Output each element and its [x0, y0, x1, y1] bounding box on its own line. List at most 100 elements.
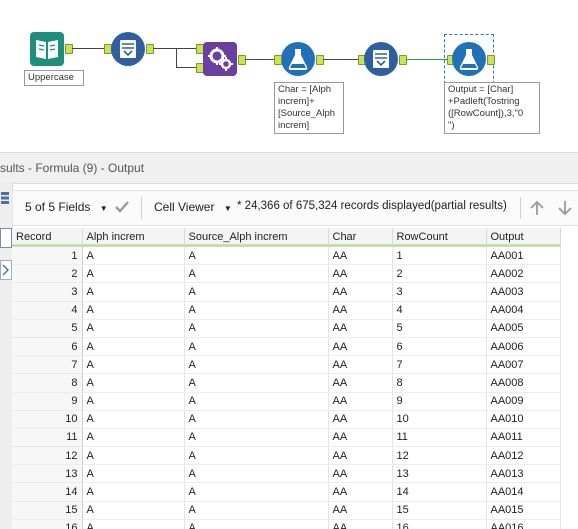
table-cell[interactable]: A: [82, 301, 185, 320]
record-number-cell[interactable]: 3: [12, 282, 83, 302]
table-cell[interactable]: A: [184, 464, 329, 484]
table-cell[interactable]: 2: [392, 264, 487, 284]
table-row[interactable]: 1 A A AA 1 AA001: [12, 246, 561, 266]
table-row[interactable]: 11 A A AA 11 AA011: [12, 428, 561, 448]
table-cell[interactable]: A: [82, 392, 185, 411]
table-cell[interactable]: AA010: [486, 410, 561, 429]
table-cell[interactable]: AA006: [486, 337, 561, 357]
table-cell[interactable]: A: [82, 282, 185, 302]
column-header-char[interactable]: Char: [328, 228, 393, 247]
table-cell[interactable]: A: [82, 319, 185, 338]
table-cell[interactable]: AA008: [486, 373, 561, 393]
record-number-cell[interactable]: 12: [12, 446, 83, 466]
output-anchor[interactable]: [487, 55, 495, 65]
table-cell[interactable]: AA016: [486, 519, 561, 529]
record-number-cell[interactable]: 14: [12, 482, 83, 502]
table-cell[interactable]: AA: [328, 501, 393, 520]
table-row[interactable]: 12 A A AA 12 AA012: [12, 446, 561, 466]
table-cell[interactable]: A: [184, 519, 329, 529]
table-cell[interactable]: A: [82, 501, 185, 520]
table-cell[interactable]: A: [82, 337, 185, 357]
table-cell[interactable]: A: [82, 464, 185, 484]
column-header-output[interactable]: Output: [486, 228, 561, 247]
table-cell[interactable]: AA015: [486, 501, 561, 520]
record-number-cell[interactable]: 7: [12, 355, 83, 375]
select-tool-2[interactable]: [364, 42, 398, 76]
table-cell[interactable]: A: [82, 373, 185, 393]
table-cell[interactable]: A: [184, 428, 329, 448]
table-cell[interactable]: AA: [328, 519, 393, 529]
table-cell[interactable]: AA: [328, 373, 393, 393]
table-cell[interactable]: A: [184, 410, 329, 429]
table-cell[interactable]: 14: [392, 482, 487, 502]
table-cell[interactable]: AA: [328, 337, 393, 357]
table-row[interactable]: 15 A A AA 15 AA015: [12, 501, 561, 520]
table-row[interactable]: 14 A A AA 14 AA014: [12, 482, 561, 502]
table-cell[interactable]: A: [184, 264, 329, 284]
table-cell[interactable]: AA014: [486, 482, 561, 502]
table-cell[interactable]: A: [184, 282, 329, 302]
table-cell[interactable]: 13: [392, 464, 487, 484]
table-cell[interactable]: A: [184, 482, 329, 502]
record-number-cell[interactable]: 16: [12, 519, 83, 529]
table-cell[interactable]: A: [82, 410, 185, 429]
table-cell[interactable]: A: [184, 373, 329, 393]
table-cell[interactable]: A: [82, 428, 185, 448]
record-number-cell[interactable]: 15: [12, 501, 83, 520]
formula-tool-output[interactable]: [452, 42, 486, 76]
fields-dropdown[interactable]: 5 of 5 Fields ▼: [25, 200, 108, 214]
table-cell[interactable]: A: [82, 519, 185, 529]
output-anchor[interactable]: [238, 55, 246, 65]
grid-view-icon[interactable]: [1, 192, 9, 204]
table-cell[interactable]: AA012: [486, 446, 561, 466]
table-cell[interactable]: AA009: [486, 392, 561, 411]
workflow-canvas[interactable]: Uppercase Char = [Alph increm]+ [Source_: [0, 0, 578, 152]
record-number-cell[interactable]: 9: [12, 392, 83, 411]
record-number-cell[interactable]: 10: [12, 410, 83, 429]
table-cell[interactable]: 9: [392, 392, 487, 411]
table-cell[interactable]: AA: [328, 464, 393, 484]
record-number-cell[interactable]: 1: [12, 246, 83, 266]
table-cell[interactable]: AA: [328, 482, 393, 502]
table-cell[interactable]: 11: [392, 428, 487, 448]
table-cell[interactable]: A: [82, 355, 185, 375]
table-cell[interactable]: AA: [328, 355, 393, 375]
table-row[interactable]: 13 A A AA 13 AA013: [12, 464, 561, 484]
column-header-alph-increm[interactable]: Alph increm: [82, 228, 185, 247]
formula-tool-char[interactable]: [281, 42, 315, 76]
arrow-down-icon[interactable]: [556, 199, 574, 220]
table-row[interactable]: 7 A A AA 7 AA007: [12, 355, 561, 375]
output-anchor[interactable]: [316, 55, 324, 65]
table-cell[interactable]: 4: [392, 301, 487, 320]
record-number-cell[interactable]: 5: [12, 319, 83, 338]
table-cell[interactable]: 12: [392, 446, 487, 466]
table-row[interactable]: 5 A A AA 5 AA005: [12, 319, 561, 338]
table-cell[interactable]: AA005: [486, 319, 561, 338]
table-cell[interactable]: A: [184, 501, 329, 520]
table-cell[interactable]: 10: [392, 410, 487, 429]
expand-button[interactable]: [0, 260, 12, 280]
table-cell[interactable]: A: [82, 246, 185, 266]
apply-check-icon[interactable]: [113, 198, 131, 219]
table-cell[interactable]: 6: [392, 337, 487, 357]
table-cell[interactable]: AA013: [486, 464, 561, 484]
table-cell[interactable]: 1: [392, 246, 487, 266]
record-number-cell[interactable]: 4: [12, 301, 83, 320]
table-cell[interactable]: A: [184, 392, 329, 411]
record-number-cell[interactable]: 6: [12, 337, 83, 357]
output-anchor[interactable]: [146, 44, 154, 54]
table-cell[interactable]: AA: [328, 446, 393, 466]
table-cell[interactable]: AA: [328, 246, 393, 266]
table-cell[interactable]: 7: [392, 355, 487, 375]
table-cell[interactable]: 5: [392, 319, 487, 338]
table-cell[interactable]: A: [184, 355, 329, 375]
table-cell[interactable]: AA: [328, 428, 393, 448]
table-cell[interactable]: AA: [328, 392, 393, 411]
results-grid[interactable]: Record Alph increm Source_Alph increm Ch…: [12, 228, 578, 529]
table-cell[interactable]: AA003: [486, 282, 561, 302]
table-row[interactable]: 9 A A AA 9 AA009: [12, 392, 561, 411]
table-cell[interactable]: A: [82, 264, 185, 284]
select-tool[interactable]: [111, 32, 145, 66]
column-header-rowcount[interactable]: RowCount: [392, 228, 487, 247]
table-cell[interactable]: AA011: [486, 428, 561, 448]
